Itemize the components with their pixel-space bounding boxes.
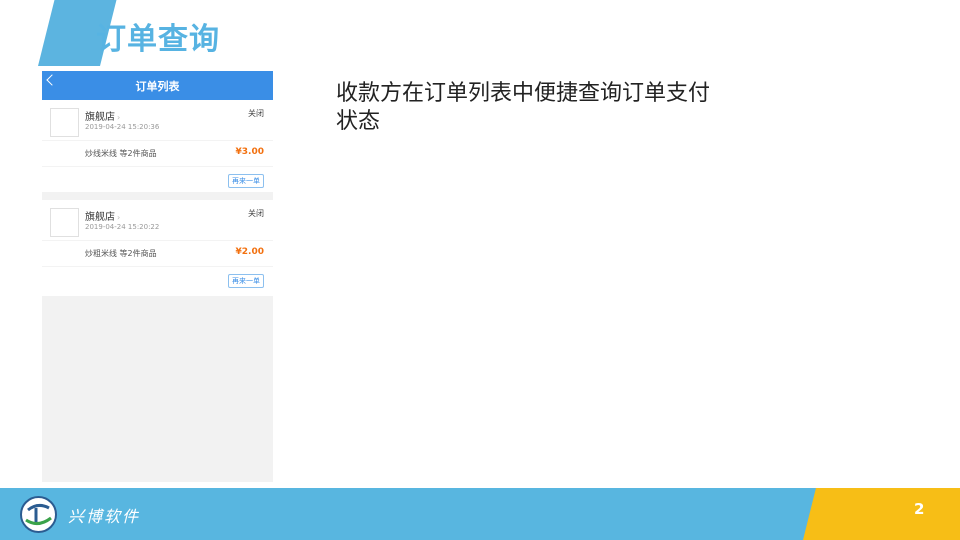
divider — [42, 166, 273, 167]
order-price: ¥3.00 — [235, 147, 264, 157]
order-status: 关闭 — [248, 109, 264, 118]
company-logo-icon — [20, 496, 57, 533]
phone-header: 订单列表 — [42, 71, 273, 100]
store-thumbnail — [50, 108, 79, 137]
back-arrow-icon[interactable] — [46, 74, 58, 86]
slide-description: 收款方在订单列表中便捷查询订单支付状态 — [336, 81, 711, 134]
divider — [42, 240, 273, 241]
order-items: 炒粗米线 等2件商品 — [85, 249, 157, 258]
store-name[interactable]: 旗舰店 › — [85, 208, 120, 223]
slide: 订单查询 订单列表 旗舰店 › 2019-04-24 15:20:36 关闭 炒线… — [0, 0, 960, 540]
store-name[interactable]: 旗舰店 › — [85, 108, 120, 123]
chevron-right-icon: › — [117, 113, 121, 122]
reorder-button[interactable]: 再来一单 — [228, 274, 264, 288]
footer-accent — [803, 488, 960, 540]
order-time: 2019-04-24 15:20:36 — [85, 123, 160, 131]
chevron-right-icon: › — [117, 213, 121, 222]
phone-screenshot: 订单列表 旗舰店 › 2019-04-24 15:20:36 关闭 炒线米线 等2… — [42, 71, 273, 482]
order-time: 2019-04-24 15:20:22 — [85, 223, 160, 231]
order-status: 关闭 — [248, 209, 264, 218]
store-thumbnail — [50, 208, 79, 237]
slide-title: 订单查询 — [96, 22, 220, 57]
order-card[interactable]: 旗舰店 › 2019-04-24 15:20:36 关闭 炒线米线 等2件商品 ¥… — [42, 100, 273, 192]
divider — [42, 140, 273, 141]
phone-header-title: 订单列表 — [135, 80, 180, 93]
page-number: 2 — [914, 500, 925, 518]
company-name: 兴博软件 — [68, 507, 141, 526]
order-card[interactable]: 旗舰店 › 2019-04-24 15:20:22 关闭 炒粗米线 等2件商品 ¥… — [42, 200, 273, 296]
order-items: 炒线米线 等2件商品 — [85, 149, 157, 158]
order-price: ¥2.00 — [235, 247, 264, 257]
reorder-button[interactable]: 再来一单 — [228, 174, 264, 188]
divider — [42, 266, 273, 267]
